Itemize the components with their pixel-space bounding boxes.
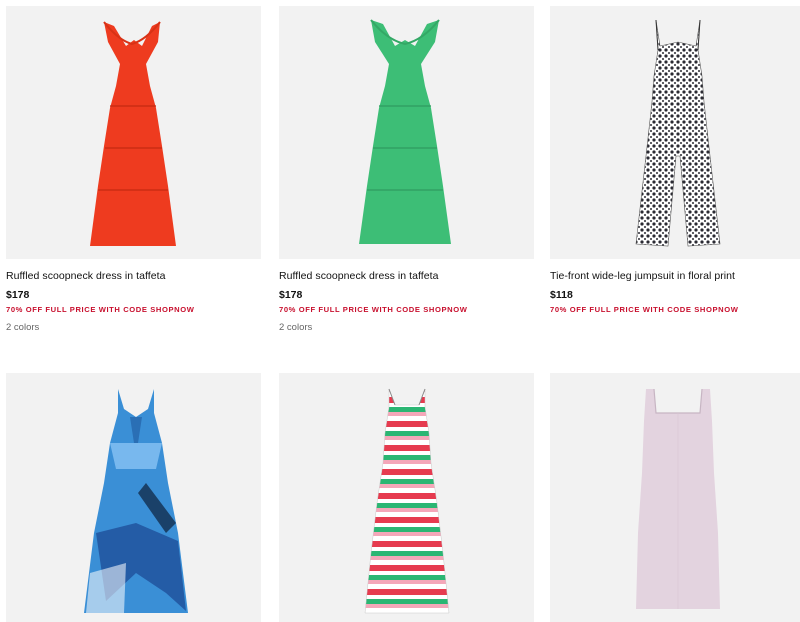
promo-text: 70% OFF FULL PRICE WITH CODE SHOPNOW: [550, 305, 739, 314]
floral-jumpsuit-illustration: [635, 19, 721, 247]
color-count[interactable]: 2 colors: [279, 322, 534, 333]
blue-print-dress-illustration: [84, 389, 188, 613]
product-image-floral-jumpsuit[interactable]: [550, 6, 800, 259]
product-image-blue-print-dress[interactable]: [6, 373, 261, 622]
product-price: $118: [550, 289, 573, 301]
product-card[interactable]: [6, 373, 261, 622]
product-card[interactable]: [550, 373, 800, 622]
promo-text: 70% OFF FULL PRICE WITH CODE SHOPNOW: [6, 305, 195, 314]
green-tiered-dress-illustration: [359, 19, 451, 244]
striped-maxi-dress-illustration: [364, 388, 450, 614]
lilac-shift-dress-illustration: [636, 388, 720, 609]
product-image-red-dress[interactable]: [6, 6, 261, 259]
product-name[interactable]: Ruffled scoopneck dress in taffeta: [279, 270, 534, 283]
product-card[interactable]: [279, 373, 534, 622]
product-name[interactable]: Tie-front wide-leg jumpsuit in floral pr…: [550, 270, 800, 283]
product-image-lilac-dress[interactable]: [550, 373, 800, 622]
red-tiered-dress-illustration: [90, 21, 176, 246]
product-grid: Ruffled scoopneck dress in taffeta $178 …: [0, 0, 800, 622]
product-image-striped-dress[interactable]: [279, 373, 534, 622]
product-card[interactable]: Ruffled scoopneck dress in taffeta $178 …: [279, 6, 534, 333]
color-count[interactable]: 2 colors: [6, 322, 261, 333]
promo-text: 70% OFF FULL PRICE WITH CODE SHOPNOW: [279, 305, 468, 314]
product-card[interactable]: Ruffled scoopneck dress in taffeta $178 …: [6, 6, 261, 333]
product-card[interactable]: Tie-front wide-leg jumpsuit in floral pr…: [550, 6, 800, 314]
product-image-green-dress[interactable]: [279, 6, 534, 259]
product-price: $178: [279, 289, 303, 301]
product-name[interactable]: Ruffled scoopneck dress in taffeta: [6, 270, 261, 283]
product-price: $178: [6, 289, 30, 301]
